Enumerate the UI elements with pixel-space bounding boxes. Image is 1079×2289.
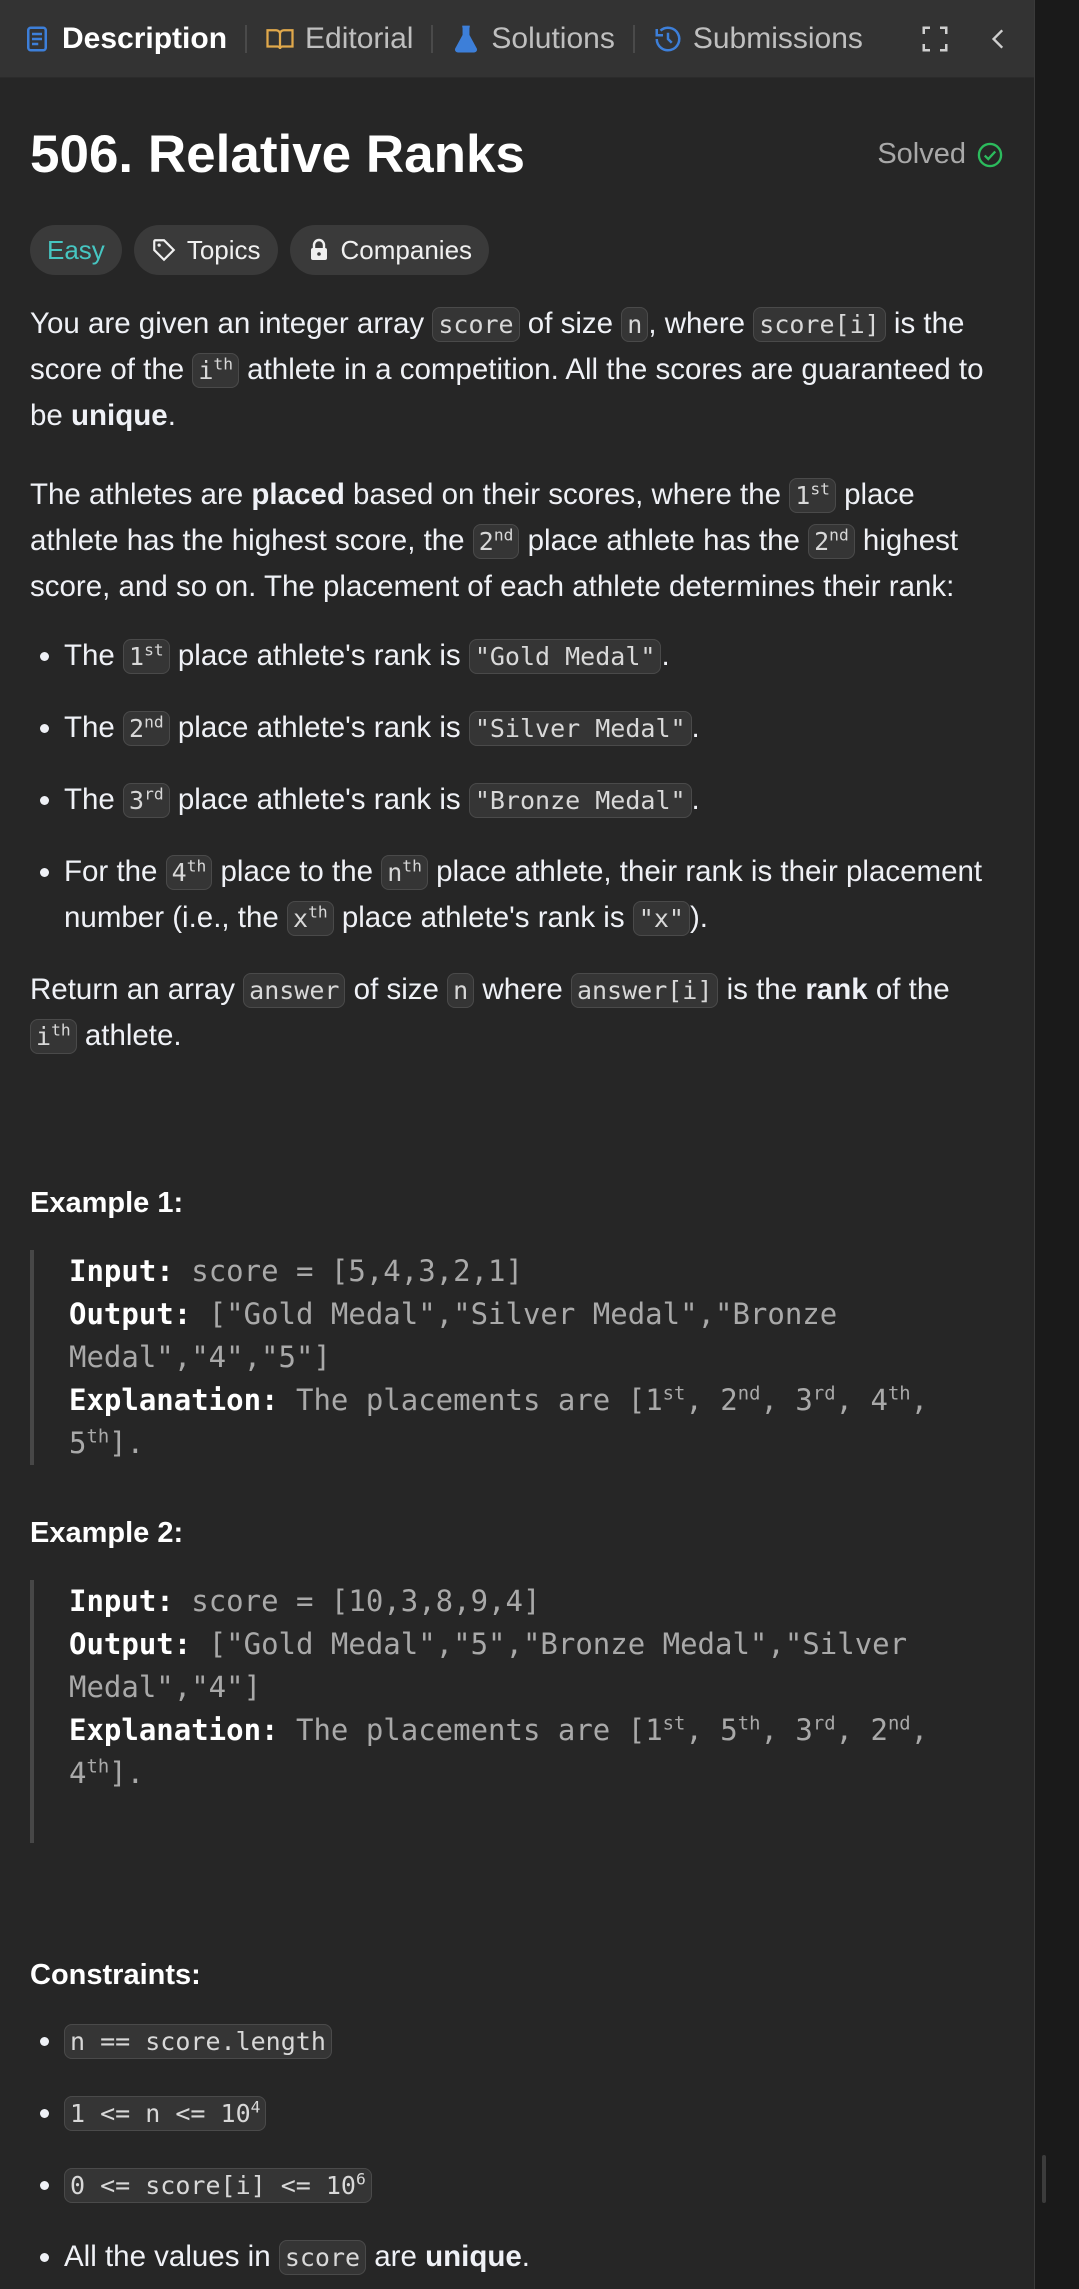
- tab-label: Description: [62, 21, 228, 55]
- tab-editorial[interactable]: Editorial: [265, 22, 413, 56]
- scrollbar-thumb[interactable]: [1042, 2155, 1046, 2203]
- inline-code: xth: [287, 901, 334, 936]
- inline-code: 2nd: [472, 524, 520, 559]
- flask-icon: [455, 25, 478, 52]
- title-row: 506. Relative Ranks Solved: [30, 124, 1004, 185]
- tab-label: Editorial: [305, 21, 414, 55]
- inline-code: 3rd: [123, 783, 170, 818]
- example-output: Output: ["Gold Medal","Silver Medal","Br…: [69, 1297, 838, 1374]
- tab-label: Submissions: [692, 21, 863, 55]
- difficulty-badge[interactable]: Easy: [30, 225, 122, 275]
- inline-code: 4th: [165, 855, 213, 890]
- problem-content: 506. Relative Ranks Solved Easy Topics C…: [0, 124, 1034, 2280]
- tab-divider: [245, 24, 248, 53]
- example-1-heading: Example 1:: [30, 1187, 184, 1219]
- inline-code: answer[i]: [570, 973, 719, 1008]
- inline-code: ith: [192, 353, 239, 388]
- tab-divider: [632, 24, 635, 53]
- book-icon: [266, 28, 294, 49]
- topics-label: Topics: [186, 234, 261, 265]
- page-title: 506. Relative Ranks: [30, 125, 525, 184]
- companies-button[interactable]: Companies: [289, 225, 490, 275]
- example-explanation: Explanation: The placements are [1st, 5t…: [69, 1713, 929, 1790]
- tab-bar: Description Editorial Solutions Submissi…: [0, 0, 1034, 78]
- check-circle-icon: [977, 142, 1003, 167]
- inline-code: n == score.length: [64, 2024, 332, 2059]
- description-icon: [27, 26, 47, 51]
- inline-code: 2nd: [808, 524, 855, 559]
- tab-actions: [920, 24, 1012, 54]
- inline-code: n: [447, 973, 475, 1008]
- inline-code: "Silver Medal": [468, 711, 692, 746]
- inline-code: "Bronze Medal": [468, 783, 692, 818]
- tag-icon: [152, 239, 176, 262]
- example-2-heading: Example 2:: [30, 1517, 184, 1549]
- list-item: 0 <= score[i] <= 106: [64, 2162, 1004, 2208]
- tab-label: Solutions: [491, 21, 615, 55]
- difficulty-label: Easy: [47, 234, 105, 265]
- history-icon: [655, 26, 681, 51]
- description-paragraph-1: You are given an integer array score of …: [30, 307, 984, 432]
- example-explanation: Explanation: The placements are [1st, 2n…: [69, 1383, 929, 1460]
- inline-code: 1st: [789, 478, 836, 513]
- list-item: 1 <= n <= 104: [64, 2090, 1004, 2136]
- inline-code: answer: [243, 973, 346, 1008]
- constraints-heading: Constraints:: [30, 1959, 201, 1991]
- rank-rules-list: The 1st place athlete's rank is "Gold Me…: [30, 633, 1004, 941]
- expand-icon[interactable]: [920, 24, 950, 54]
- constraints-list: n == score.length 1 <= n <= 104 0 <= sco…: [30, 2018, 1004, 2280]
- inline-code: 0 <= score[i] <= 106: [64, 2168, 372, 2203]
- tab-divider: [431, 24, 434, 53]
- list-item: The 2nd place athlete's rank is "Silver …: [64, 705, 1004, 751]
- solved-status: Solved: [877, 138, 1004, 171]
- example-output: Output: ["Gold Medal","5","Bronze Medal"…: [69, 1627, 908, 1704]
- list-item: The 1st place athlete's rank is "Gold Me…: [64, 633, 1004, 679]
- inline-code: score: [432, 307, 520, 342]
- inline-code: score: [278, 2240, 367, 2275]
- problem-panel: Description Editorial Solutions Submissi…: [0, 0, 1035, 2289]
- example-input: Input: score = [10,3,8,9,4]: [69, 1584, 541, 1618]
- example-2-block: Input: score = [10,3,8,9,4] Output: ["Go…: [30, 1580, 1004, 1843]
- inline-code: 1st: [123, 639, 170, 674]
- return-paragraph: Return an array answer of size n where a…: [30, 973, 950, 1054]
- inline-code: score[i]: [753, 307, 886, 342]
- inline-code: 2nd: [123, 711, 170, 746]
- inline-code: ith: [30, 1019, 77, 1054]
- list-item: The 3rd place athlete's rank is "Bronze …: [64, 777, 1004, 823]
- inline-code: "x": [632, 901, 690, 936]
- inline-code: "Gold Medal": [468, 639, 662, 674]
- tab-description[interactable]: Description: [22, 22, 227, 56]
- example-1-block: Input: score = [5,4,3,2,1] Output: ["Gol…: [30, 1250, 1004, 1465]
- companies-label: Companies: [340, 234, 473, 265]
- description-paragraph-2: The athletes are placed based on their s…: [30, 478, 959, 603]
- inline-code: n: [621, 307, 649, 342]
- tab-submissions[interactable]: Submissions: [653, 22, 863, 56]
- collapse-chevron-icon[interactable]: [986, 24, 1012, 54]
- topics-button[interactable]: Topics: [133, 225, 278, 275]
- list-item: For the 4th place to the nth place athle…: [64, 849, 1004, 941]
- tab-solutions[interactable]: Solutions: [451, 21, 615, 56]
- lock-icon: [310, 238, 327, 260]
- inline-code: 1 <= n <= 104: [64, 2096, 267, 2131]
- list-item: All the values in score are unique.: [64, 2234, 1004, 2280]
- example-input: Input: score = [5,4,3,2,1]: [69, 1254, 523, 1288]
- list-item: n == score.length: [64, 2018, 1004, 2064]
- inline-code: nth: [381, 855, 428, 890]
- solved-label: Solved: [877, 138, 966, 170]
- tag-pills: Easy Topics Companies: [30, 225, 1004, 275]
